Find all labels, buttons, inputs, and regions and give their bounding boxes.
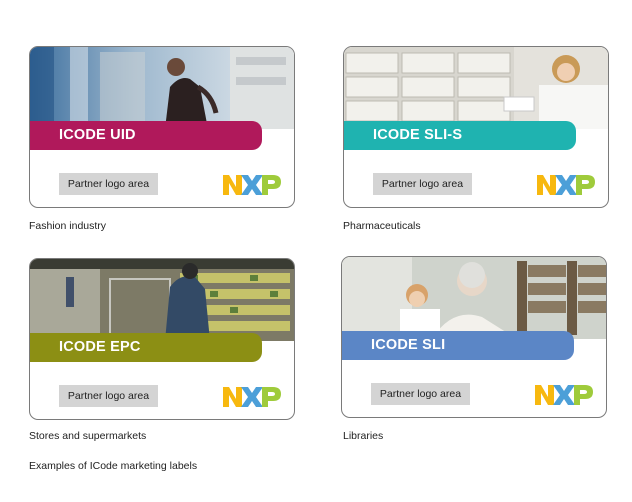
caption-pharmaceuticals: Pharmaceuticals	[343, 220, 421, 232]
nxp-logo-icon	[537, 175, 595, 195]
label-card-fashion: ICODE UID Partner logo area	[29, 46, 295, 208]
product-band: ICODE EPC	[30, 333, 262, 362]
product-band: ICODE SLI-S	[344, 121, 576, 150]
nxp-logo-icon	[223, 175, 281, 195]
page: { "cards": [ {"band": "ICODE UID", "part…	[0, 0, 632, 502]
label-card-pharmaceuticals: ICODE SLI-S Partner logo area	[343, 46, 609, 208]
figure-caption: Examples of ICode marketing labels	[29, 460, 198, 472]
nxp-logo-icon	[535, 385, 593, 405]
pharmacy-photo	[344, 47, 608, 129]
supermarket-photo	[30, 259, 294, 341]
partner-logo-area: Partner logo area	[59, 173, 158, 195]
partner-logo-area: Partner logo area	[371, 383, 470, 405]
label-card-libraries: ICODE SLI Partner logo area	[341, 256, 607, 418]
nxp-logo-icon	[223, 387, 281, 407]
partner-logo-area: Partner logo area	[59, 385, 158, 407]
product-band: ICODE SLI	[342, 331, 574, 360]
fashion-photo	[30, 47, 294, 129]
partner-logo-area: Partner logo area	[373, 173, 472, 195]
caption-libraries: Libraries	[343, 430, 384, 442]
product-band: ICODE UID	[30, 121, 262, 150]
caption-stores: Stores and supermarkets	[29, 430, 147, 442]
label-card-stores: ICODE EPC Partner logo area	[29, 258, 295, 420]
caption-fashion: Fashion industry	[29, 220, 107, 232]
library-photo	[342, 257, 606, 339]
